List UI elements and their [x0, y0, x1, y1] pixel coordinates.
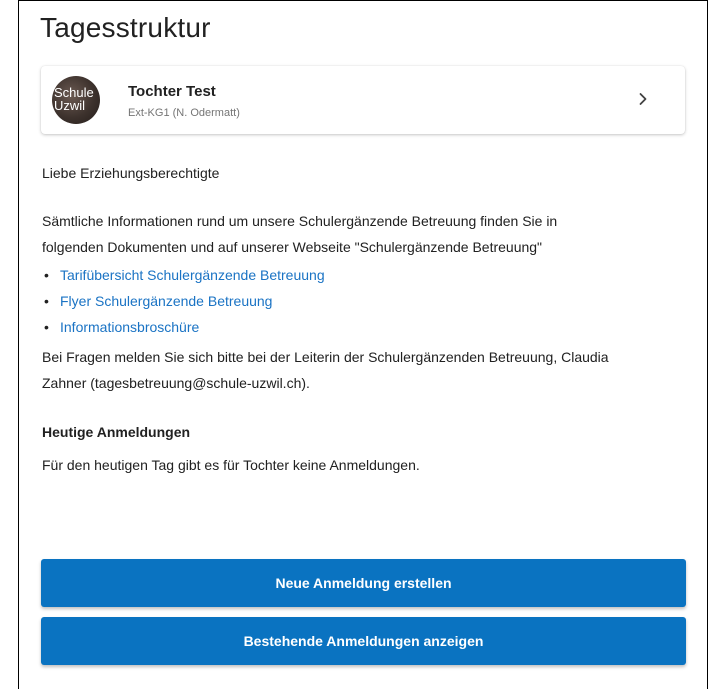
child-name: Tochter Test [128, 83, 216, 100]
info-text-line2: folgenden Dokumenten und auf unserer Web… [42, 239, 543, 255]
bullet: • [44, 267, 49, 283]
show-existing-registrations-button[interactable]: Bestehende Anmeldungen anzeigen [41, 617, 686, 665]
avatar: Schule Uzwil [52, 76, 100, 124]
new-registration-button[interactable]: Neue Anmeldung erstellen [41, 559, 686, 607]
avatar-logo-text: Schule Uzwil [54, 85, 94, 113]
document-list: • Tarifübersicht Schulergänzende Betreuu… [42, 262, 325, 340]
child-card[interactable]: Schule Uzwil Tochter Test Ext-KG1 (N. Od… [41, 66, 685, 134]
child-class-info: Ext-KG1 (N. Odermatt) [128, 107, 240, 119]
info-text-line1: Sämtliche Informationen rund um unsere S… [42, 213, 558, 229]
list-item: • Flyer Schulergänzende Betreuung [42, 288, 325, 314]
today-registrations-text: Für den heutigen Tag gibt es für Tochter… [42, 457, 420, 473]
contact-text-line1: Bei Fragen melden Sie sich bitte bei der… [42, 349, 609, 365]
greeting-text: Liebe Erziehungsberechtigte [42, 165, 220, 181]
chevron-right-icon[interactable] [635, 91, 651, 107]
today-registrations-heading: Heutige Anmeldungen [42, 424, 191, 440]
list-item: • Informationsbroschüre [42, 314, 325, 340]
list-item: • Tarifübersicht Schulergänzende Betreuu… [42, 262, 325, 288]
link-tarifuebersicht[interactable]: Tarifübersicht Schulergänzende Betreuung [60, 267, 325, 283]
link-flyer[interactable]: Flyer Schulergänzende Betreuung [60, 293, 272, 309]
link-informationsbroschuere[interactable]: Informationsbroschüre [60, 319, 199, 335]
bullet: • [44, 319, 49, 335]
bullet: • [44, 293, 49, 309]
contact-text-line2: Zahner (tagesbetreuung@schule-uzwil.ch). [42, 375, 310, 391]
page-title: Tagesstruktur [40, 12, 211, 43]
